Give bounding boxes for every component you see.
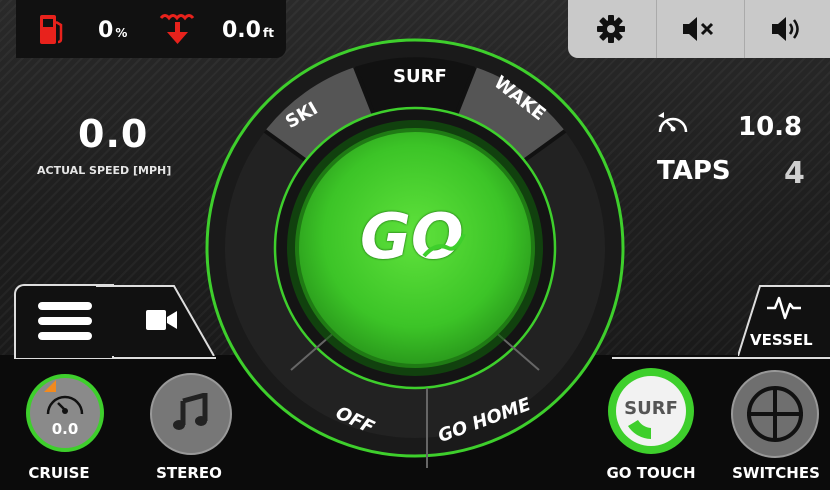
menu-icon <box>38 300 92 342</box>
switches-icon <box>745 384 805 444</box>
cruise-button[interactable]: 0.0 <box>26 374 104 452</box>
cruise-indicator <box>44 380 56 392</box>
go-button[interactable]: GO <box>360 200 470 300</box>
toolbar-divider <box>744 0 745 58</box>
depth-icon <box>158 10 198 48</box>
cruise-value: 0.0 <box>51 420 79 438</box>
switches-button[interactable] <box>731 370 819 458</box>
go-touch-button[interactable]: SURF <box>608 368 694 454</box>
stereo-label: STEREO <box>156 464 222 482</box>
fuel-readout: 0% <box>98 18 128 43</box>
music-note-icon <box>173 393 209 433</box>
vessel-waveform-icon <box>766 294 802 320</box>
taps-label: TAPS <box>657 156 731 186</box>
toolbar-divider <box>656 0 657 58</box>
speed-setting-value: 10.8 <box>738 112 803 142</box>
actual-speed-label: ACTUAL SPEED [MPH] <box>37 164 172 177</box>
go-touch-face: SURF <box>616 376 686 446</box>
cruise-gauge-icon <box>44 388 86 418</box>
stereo-button[interactable] <box>150 373 232 455</box>
fuel-icon <box>38 12 68 44</box>
volume-icon[interactable] <box>770 14 806 44</box>
switches-label: SWITCHES <box>732 464 820 482</box>
speed-setting-icon <box>656 110 690 136</box>
taps-value: 4 <box>784 156 805 191</box>
mode-surf-button[interactable]: SURF <box>393 66 447 87</box>
wave-logo-icon <box>422 232 466 260</box>
go-touch-label: GO TOUCH <box>606 464 696 482</box>
main-screen: 0% 0.0 ft 0.0 ACTUAL SPEED [MPH] 10.8 TA… <box>0 0 830 490</box>
go-touch-mode: SURF <box>624 398 678 419</box>
camera-icon <box>146 308 178 332</box>
mute-icon[interactable] <box>681 14 717 44</box>
cruise-label: CRUISE <box>28 464 90 482</box>
vessel-label: VESSEL <box>750 331 813 349</box>
actual-speed-value: 0.0 <box>78 112 149 156</box>
